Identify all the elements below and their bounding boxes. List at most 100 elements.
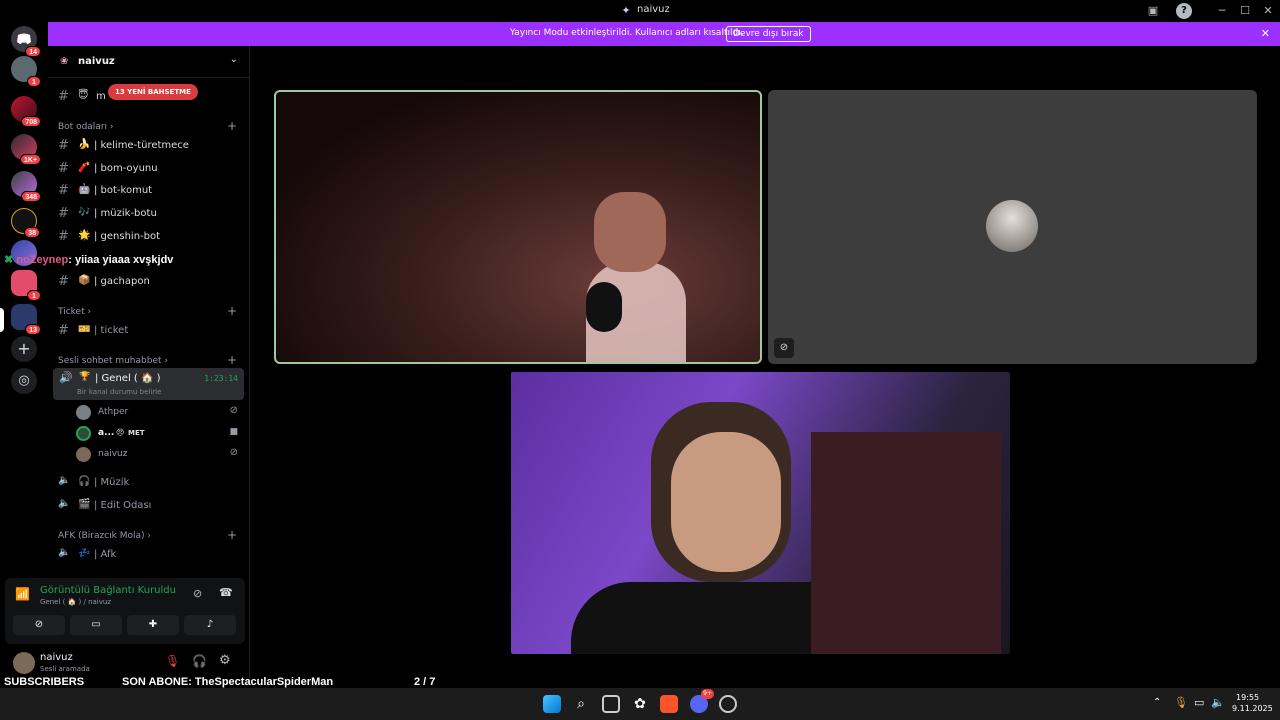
channel-item[interactable]: # 📦 | gachapon bbox=[52, 271, 246, 291]
call-timer: 1:23:14 bbox=[204, 374, 238, 383]
obs-icon[interactable] bbox=[719, 695, 737, 713]
minimize-icon[interactable]: ─ bbox=[1214, 3, 1230, 19]
category-label: Sesli sohbet muhabbet bbox=[58, 356, 162, 366]
maximize-icon[interactable]: ☐ bbox=[1237, 3, 1253, 19]
chat-badge-icon: ✖ bbox=[4, 254, 14, 266]
discord-taskbar-icon[interactable]: 9+ bbox=[690, 689, 714, 713]
speaker-icon: 🔈 bbox=[58, 547, 71, 558]
voice-channel-item[interactable]: 🔈 💤 | Afk bbox=[52, 544, 246, 564]
camera-button[interactable]: ⊘ bbox=[13, 615, 65, 635]
headphones-icon[interactable]: 🎧 bbox=[192, 654, 207, 668]
voice-user-name: naivuz bbox=[98, 449, 128, 459]
create-channel-icon[interactable]: + bbox=[227, 528, 237, 542]
create-channel-icon[interactable]: + bbox=[227, 353, 237, 367]
clock-time[interactable]: 19:55 bbox=[1236, 693, 1259, 702]
category-afk[interactable]: AFK (Birazcık Mola) › bbox=[58, 531, 151, 541]
help-icon[interactable]: ? bbox=[1176, 3, 1192, 19]
channel-emoji: 🎶 bbox=[78, 207, 91, 218]
muted-icon: ⊘ bbox=[229, 405, 238, 416]
create-channel-icon[interactable]: + bbox=[227, 119, 237, 133]
clock-date[interactable]: 9.11.2025 bbox=[1232, 704, 1273, 713]
create-channel-icon[interactable]: + bbox=[227, 304, 237, 318]
channel-name: | kelime-türetmece bbox=[94, 140, 189, 151]
gear-icon[interactable]: ⚙ bbox=[219, 653, 231, 668]
channel-item[interactable]: # 🎶 | müzik-botu bbox=[52, 203, 246, 223]
task-view-icon[interactable] bbox=[602, 695, 620, 713]
close-icon[interactable]: ✕ bbox=[1261, 27, 1270, 40]
new-mentions-pill[interactable]: 13 YENİ BAHSETME bbox=[108, 84, 198, 100]
voice-user-name: Athper bbox=[98, 407, 129, 417]
screen-share-button[interactable]: ▭ bbox=[70, 615, 122, 635]
user-status: Sesli aramada bbox=[40, 665, 90, 673]
server-header[interactable]: ❀ naivuz ⌄ bbox=[48, 46, 250, 78]
connection-title: Görüntülü Bağlantı Kuruldu bbox=[40, 585, 176, 596]
text-channel-icon: # bbox=[58, 183, 69, 198]
channel-emoji: 🍌 bbox=[78, 139, 91, 150]
guild-icon[interactable]: 38 bbox=[11, 208, 40, 238]
search-icon[interactable]: ⌕ bbox=[572, 695, 590, 713]
channel-item[interactable]: # 🎫 | ticket bbox=[52, 320, 246, 340]
channel-name: | Genel ( 🏠 ) bbox=[95, 373, 161, 384]
connection-channel[interactable]: Genel ( 🏠 ) / naivuz bbox=[40, 598, 111, 606]
video-tile-camera[interactable] bbox=[274, 90, 762, 364]
disable-streamer-mode-button[interactable]: Devre dışı bırak bbox=[726, 26, 811, 42]
disconnect-icon[interactable]: ☎ bbox=[219, 586, 233, 599]
category-bot[interactable]: Bot odaları › bbox=[58, 122, 114, 132]
soundboard-button[interactable]: ♪ bbox=[184, 615, 236, 635]
discover-icon[interactable]: ◎ bbox=[11, 368, 37, 394]
voice-user[interactable]: naivuz ⊘ bbox=[76, 446, 244, 464]
channel-item[interactable]: # 🧨 | bom-oyunu bbox=[52, 158, 246, 178]
direct-messages-button[interactable]: 14 bbox=[11, 26, 41, 57]
brave-browser-icon[interactable] bbox=[660, 695, 678, 713]
guild-icon[interactable]: 1 bbox=[11, 270, 41, 301]
microphone-tray-icon[interactable]: 🎙 bbox=[1174, 696, 1188, 709]
guild-badge: 13 bbox=[25, 324, 41, 335]
guild-folder[interactable]: 348 bbox=[11, 171, 41, 202]
channel-emoji: 😇 bbox=[78, 90, 89, 101]
guild-folder[interactable]: 708 bbox=[11, 96, 41, 127]
channel-item[interactable]: # 🤖 | bot-komut bbox=[52, 180, 246, 200]
close-window-icon[interactable]: ✕ bbox=[1260, 3, 1276, 19]
guild-folder[interactable]: 1K+ bbox=[11, 134, 41, 165]
voice-connection-panel: 📶 Görüntülü Bağlantı Kuruldu Genel ( 🏠 )… bbox=[5, 578, 245, 644]
voice-channel-active[interactable]: 🔊 🏆 | Genel ( 🏠 ) 1:23:14 Bir kanal duru… bbox=[53, 368, 244, 400]
channel-item[interactable]: # 🍌 | kelime-türetmece bbox=[52, 135, 246, 155]
chevron-down-icon: ⌄ bbox=[229, 54, 238, 65]
banner-text: Yayıncı Modu etkinleştirildi. Kullanıcı … bbox=[510, 28, 744, 38]
start-icon[interactable] bbox=[543, 695, 561, 713]
voice-user[interactable]: Athper ⊘ bbox=[76, 404, 244, 422]
volume-icon[interactable]: 🔈 bbox=[1211, 696, 1225, 709]
activities-button[interactable]: ✚ bbox=[127, 615, 179, 635]
video-tile-camera[interactable] bbox=[511, 372, 1010, 654]
server-boost-icon: ❀ bbox=[60, 56, 69, 67]
noise-suppression-icon[interactable]: ⊘ bbox=[193, 587, 202, 600]
guild-icon-selected[interactable]: 13 bbox=[11, 304, 41, 335]
tray-chevron-icon[interactable]: ⌃ bbox=[1153, 697, 1161, 708]
guild-icon[interactable]: 1 bbox=[11, 56, 41, 87]
channel-item[interactable]: # 🌟 | genshin-bot bbox=[52, 226, 246, 246]
avatar bbox=[76, 426, 91, 441]
category-voice[interactable]: Sesli sohbet muhabbet › bbox=[58, 356, 168, 366]
chatgpt-icon[interactable]: ✿ bbox=[631, 695, 649, 713]
text-channel-icon: # bbox=[58, 274, 69, 289]
person-head bbox=[671, 432, 781, 572]
voice-channel-item[interactable]: 🔈 🎬 | Edit Odası bbox=[52, 495, 246, 515]
channel-status[interactable]: Bir kanal durumu belirle bbox=[77, 388, 161, 396]
text-channel-icon: # bbox=[58, 229, 69, 244]
avatar bbox=[986, 200, 1038, 252]
text-channel-icon: # bbox=[58, 323, 69, 338]
channel-name: | müzik-botu bbox=[94, 208, 157, 219]
guild-badge: 348 bbox=[21, 191, 41, 202]
door-background bbox=[811, 432, 1001, 654]
avatar[interactable] bbox=[13, 652, 35, 674]
voice-user[interactable]: a... 😠 MET ■ bbox=[76, 425, 244, 443]
channel-emoji: 🎧 bbox=[78, 476, 91, 487]
network-icon[interactable]: ▭ bbox=[1194, 696, 1204, 709]
inbox-icon[interactable]: ▣ bbox=[1145, 3, 1161, 19]
mute-mic-icon[interactable]: 🎙 bbox=[165, 654, 180, 668]
add-server-icon[interactable]: + bbox=[11, 336, 37, 362]
video-tile-audio[interactable]: ⊘ bbox=[768, 90, 1257, 364]
voice-channel-item[interactable]: 🔈 🎧 | Müzik bbox=[52, 472, 246, 492]
category-ticket[interactable]: Ticket › bbox=[58, 307, 91, 317]
title-bar: ✦ naivuz ▣ ? ─ ☐ ✕ bbox=[0, 0, 1280, 22]
